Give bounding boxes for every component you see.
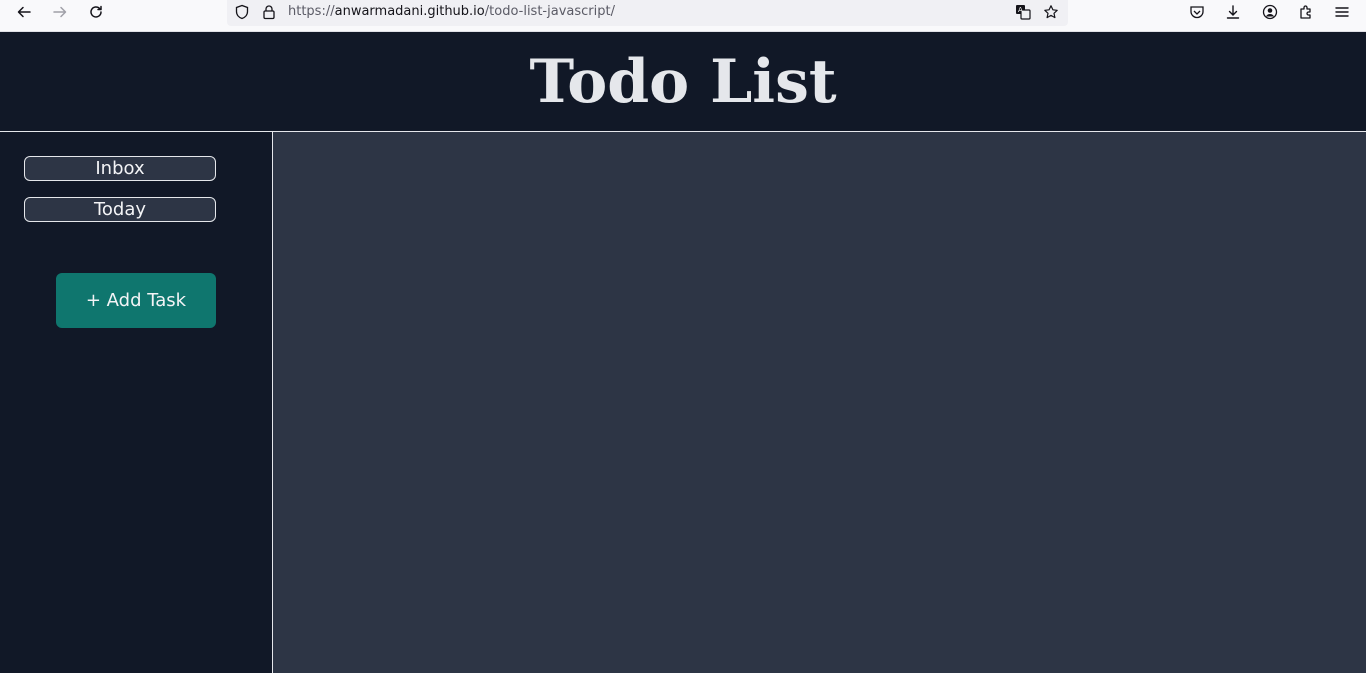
address-bar[interactable]: https://anwarmadani.github.io/todo-list-… — [227, 0, 1068, 26]
forward-icon[interactable] — [46, 0, 74, 24]
pocket-icon[interactable] — [1187, 2, 1207, 22]
download-icon[interactable] — [1223, 2, 1243, 22]
sidebar: Inbox Today + Add Task — [0, 132, 273, 673]
url-text[interactable]: https://anwarmadani.github.io/todo-list-… — [288, 4, 615, 19]
url-path: /todo-list-javascript/ — [484, 4, 615, 19]
account-icon[interactable] — [1260, 2, 1280, 22]
translate-icon[interactable]: A — [1014, 3, 1032, 21]
browser-toolbar: https://anwarmadani.github.io/todo-list-… — [0, 0, 1366, 32]
task-content-area — [273, 132, 1366, 673]
sidebar-item-inbox[interactable]: Inbox — [24, 156, 216, 181]
sidebar-item-today[interactable]: Today — [24, 197, 216, 222]
star-icon[interactable] — [1042, 3, 1060, 21]
svg-text:A: A — [1018, 6, 1023, 14]
extensions-icon[interactable] — [1296, 2, 1316, 22]
add-task-button[interactable]: + Add Task — [56, 273, 216, 328]
menu-icon[interactable] — [1332, 2, 1352, 22]
shield-icon[interactable] — [233, 3, 251, 21]
url-host: anwarmadani.github.io — [334, 4, 485, 19]
url-prefix: https:// — [288, 4, 335, 19]
page-title: Todo List — [529, 46, 837, 117]
lock-icon[interactable] — [260, 3, 278, 21]
back-icon[interactable] — [10, 0, 38, 24]
reload-icon[interactable] — [82, 0, 110, 24]
app-header: Todo List — [0, 32, 1366, 132]
